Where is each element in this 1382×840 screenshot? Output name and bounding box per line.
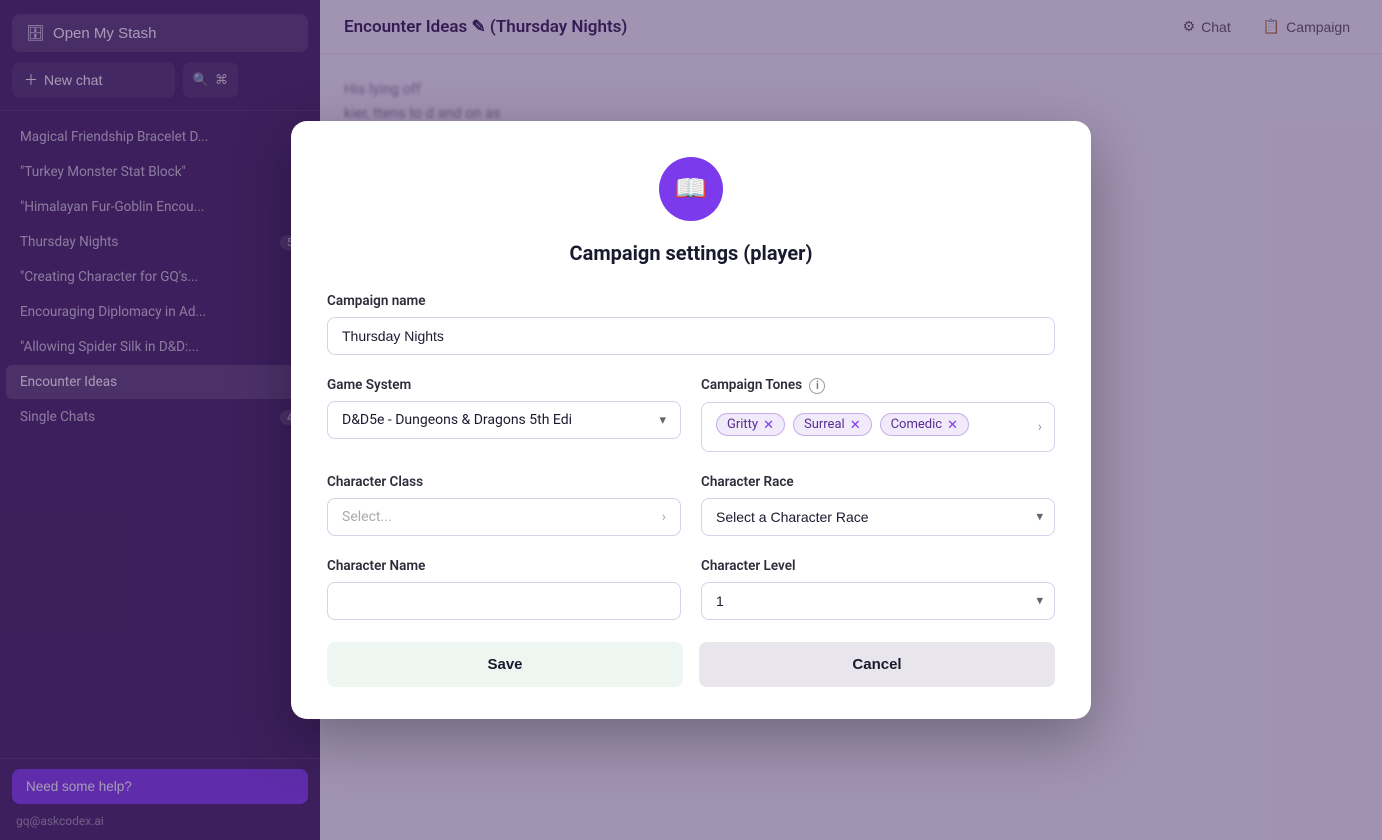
campaign-tones-group: Campaign Tones i Gritty ✕ Surreal ✕ Come… (701, 377, 1055, 452)
book-open-icon: 📖 (675, 174, 707, 204)
character-level-label: Character Level (701, 558, 1055, 574)
character-class-group: Character Class Select... › (327, 474, 681, 536)
game-system-group: Game System D&D5e - Dungeons & Dragons 5… (327, 377, 681, 452)
tone-tag-comedic: Comedic ✕ (880, 413, 969, 436)
character-class-label: Character Class (327, 474, 681, 490)
campaign-tones-container[interactable]: Gritty ✕ Surreal ✕ Comedic ✕ › (701, 402, 1055, 452)
cancel-button[interactable]: Cancel (699, 642, 1055, 687)
name-level-row: Character Name Character Level 1 (327, 558, 1055, 620)
tone-tag-gritty: Gritty ✕ (716, 413, 785, 436)
modal-title: Campaign settings (player) (327, 241, 1055, 265)
class-race-row: Character Class Select... › Character Ra… (327, 474, 1055, 536)
character-race-label: Character Race (701, 474, 1055, 490)
save-button[interactable]: Save (327, 642, 683, 687)
chevron-right-icon: › (662, 509, 666, 525)
character-race-select-wrapper: Select a Character Race (701, 498, 1055, 536)
game-tones-row: Game System D&D5e - Dungeons & Dragons 5… (327, 377, 1055, 452)
character-class-select[interactable]: Select... › (327, 498, 681, 536)
game-system-value: D&D5e - Dungeons & Dragons 5th Edi (342, 412, 572, 428)
tone-tag-surreal: Surreal ✕ (793, 413, 872, 436)
tone-gritty-label: Gritty (727, 417, 758, 432)
campaign-name-input[interactable] (327, 317, 1055, 355)
tone-comedic-label: Comedic (891, 417, 942, 432)
character-level-select-wrapper: 1 (701, 582, 1055, 620)
campaign-name-group: Campaign name (327, 293, 1055, 355)
modal-icon: 📖 (659, 157, 723, 221)
character-race-select[interactable]: Select a Character Race (701, 498, 1055, 536)
character-race-group: Character Race Select a Character Race (701, 474, 1055, 536)
tones-expand-icon: › (1038, 419, 1042, 435)
campaign-name-label: Campaign name (327, 293, 1055, 309)
modal-buttons: Save Cancel (327, 642, 1055, 687)
remove-comedic-button[interactable]: ✕ (947, 418, 958, 431)
game-system-label: Game System (327, 377, 681, 393)
character-name-input[interactable] (327, 582, 681, 620)
tone-surreal-label: Surreal (804, 417, 845, 432)
campaign-settings-modal: 📖 Campaign settings (player) Campaign na… (291, 121, 1091, 719)
character-level-group: Character Level 1 (701, 558, 1055, 620)
character-level-select[interactable]: 1 (701, 582, 1055, 620)
campaign-tones-info-icon[interactable]: i (809, 378, 825, 394)
chevron-down-icon: ▾ (659, 413, 666, 428)
campaign-tones-label: Campaign Tones i (701, 377, 1055, 394)
character-class-placeholder: Select... (342, 509, 392, 525)
character-name-group: Character Name (327, 558, 681, 620)
game-system-select[interactable]: D&D5e - Dungeons & Dragons 5th Edi ▾ (327, 401, 681, 439)
remove-gritty-button[interactable]: ✕ (763, 418, 774, 431)
character-name-label: Character Name (327, 558, 681, 574)
remove-surreal-button[interactable]: ✕ (850, 418, 861, 431)
overlay-backdrop: 📖 Campaign settings (player) Campaign na… (0, 0, 1382, 840)
